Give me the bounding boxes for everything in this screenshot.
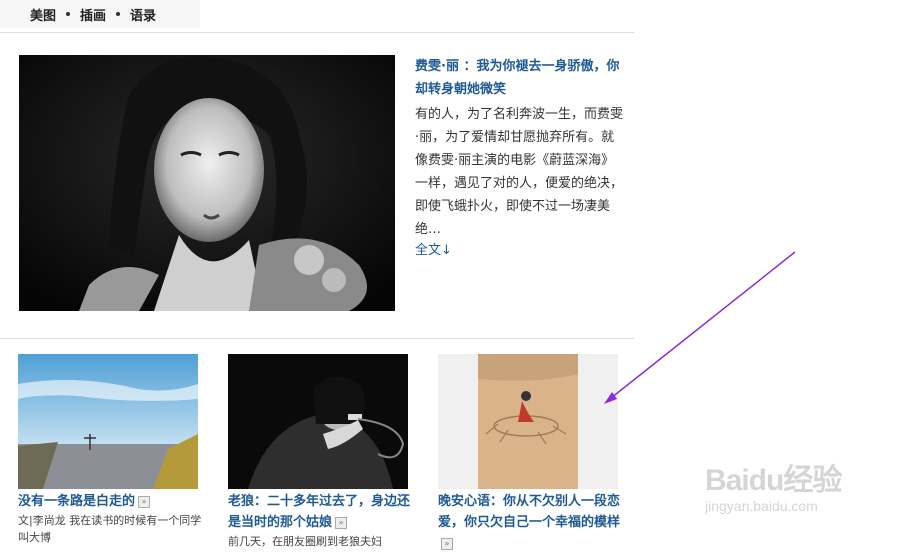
- article-card: 老狼：二十多年过去了，身边还是当时的那个姑娘» 前几天，在朋友圈刷到老狼夫妇: [228, 354, 418, 550]
- card-description: 文|李尚龙 我在读书的时候有一个同学叫大博: [18, 514, 202, 544]
- divider: [0, 32, 634, 33]
- arrow-right-icon[interactable]: »: [335, 516, 348, 529]
- read-more-link[interactable]: 全文↓: [415, 241, 625, 261]
- nav-item-meitu[interactable]: 美图: [30, 5, 56, 24]
- watermark-logo-text: Baidu经验: [705, 464, 842, 497]
- arrow-right-icon[interactable]: »: [138, 495, 151, 508]
- nav-separator: [66, 12, 71, 16]
- card-thumbnail-singer[interactable]: [228, 354, 408, 489]
- nav-separator: [116, 12, 121, 16]
- feature-title-link[interactable]: 费雯·丽 ：我为你褪去一身骄傲，你却转身朝她微笑: [415, 55, 625, 101]
- arrow-right-icon[interactable]: »: [441, 537, 453, 550]
- card-thumbnail-road[interactable]: [18, 354, 198, 489]
- card-title-link[interactable]: 老狼：二十多年过去了，身边还是当时的那个姑娘»: [228, 491, 418, 533]
- category-nav: 美图 插画 语录: [0, 0, 200, 28]
- feature-article: 费雯·丽 ：我为你褪去一身骄傲，你却转身朝她微笑 有的人，为了名利奔波一生，而费…: [415, 55, 625, 261]
- article-card: 没有一条路是白走的» 文|李尚龙 我在读书的时候有一个同学叫大博: [18, 354, 208, 546]
- card-description: 前几天，在朋友圈刷到老狼夫妇: [228, 535, 382, 548]
- nav-item-yulu[interactable]: 语录: [130, 5, 156, 24]
- card-title-text[interactable]: 老狼：二十多年过去了，身边还是当时的那个姑娘: [228, 494, 410, 530]
- feature-portrait-image[interactable]: [19, 55, 395, 311]
- article-card: 晚安心语：你从不欠别人一段恋爱，你只欠自己一个幸福的模样 »: [438, 354, 628, 554]
- card-title-link[interactable]: 晚安心语：你从不欠别人一段恋爱，你只欠自己一个幸福的模样 »: [438, 491, 628, 554]
- card-title-text[interactable]: 没有一条路是白走的: [18, 494, 135, 509]
- feature-summary: 有的人，为了名利奔波一生，而费雯·丽，为了爱情却甘愿抛弃所有。就像费雯·丽主演的…: [415, 107, 624, 237]
- card-thumbnail-beach[interactable]: [438, 354, 618, 489]
- nav-item-chahua[interactable]: 插画: [80, 5, 106, 24]
- baidu-jingyan-watermark: Baidu经验 jingyan.baidu.com: [700, 440, 900, 520]
- watermark-url: jingyan.baidu.com: [705, 498, 818, 514]
- divider: [0, 338, 634, 339]
- card-title-text[interactable]: 晚安心语：你从不欠别人一段恋爱，你只欠自己一个幸福的模样: [438, 494, 620, 530]
- card-title-link[interactable]: 没有一条路是白走的»: [18, 491, 208, 512]
